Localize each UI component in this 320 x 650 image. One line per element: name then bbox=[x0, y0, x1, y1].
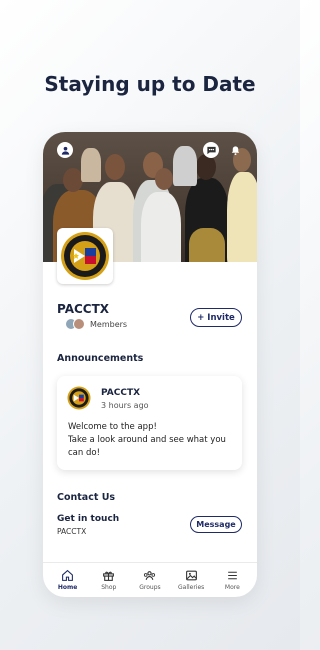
post-author: PACCTX bbox=[101, 388, 141, 398]
contact-title: Contact Us bbox=[57, 492, 116, 503]
announcement-card[interactable]: PACCTX 3 hours ago Welcome to the app! T… bbox=[57, 376, 242, 470]
menu-icon bbox=[228, 571, 237, 580]
nav-label: Shop bbox=[101, 584, 117, 591]
nav-more[interactable]: More bbox=[213, 563, 251, 597]
bell-icon bbox=[231, 145, 239, 155]
nav-label: Groups bbox=[139, 584, 161, 591]
nav-home[interactable]: Home bbox=[49, 563, 87, 597]
nav-groups[interactable]: Groups bbox=[131, 563, 169, 597]
message-button[interactable]: Message bbox=[190, 516, 242, 533]
chat-button[interactable] bbox=[203, 142, 219, 158]
contact-subtitle: Get in touch bbox=[57, 514, 120, 524]
phone-frame: PACCTX Members + Invite Announcements PA… bbox=[43, 132, 257, 597]
person-icon bbox=[61, 146, 69, 155]
home-icon bbox=[62, 569, 74, 581]
nav-shop[interactable]: Shop bbox=[90, 563, 128, 597]
nav-galleries[interactable]: Galleries bbox=[172, 563, 210, 597]
members-link[interactable]: Members bbox=[65, 318, 127, 330]
image-icon bbox=[185, 570, 197, 581]
notifications-button[interactable] bbox=[227, 142, 243, 158]
announcements-title: Announcements bbox=[57, 353, 144, 364]
post-timestamp: 3 hours ago bbox=[101, 401, 149, 410]
post-line: Welcome to the app! bbox=[68, 422, 157, 432]
groups-icon bbox=[144, 571, 156, 580]
post-author-avatar bbox=[67, 386, 91, 410]
nav-label: Home bbox=[57, 584, 78, 591]
members-label: Members bbox=[90, 319, 128, 329]
bottom-nav: Home Shop Groups Galleries More bbox=[43, 562, 257, 597]
contact-org: PACCTX bbox=[57, 527, 87, 536]
chat-bubble-icon bbox=[206, 146, 216, 154]
member-avatar bbox=[73, 318, 85, 330]
page-headline: Staying up to Date bbox=[44, 72, 256, 96]
group-name: PACCTX bbox=[57, 302, 110, 316]
nav-label: More bbox=[224, 584, 240, 591]
nav-label: Galleries bbox=[178, 584, 205, 591]
group-logo bbox=[57, 228, 113, 284]
gift-icon bbox=[103, 571, 115, 581]
invite-button[interactable]: + Invite bbox=[190, 308, 242, 327]
post-body: Welcome to the app! Take a look around a… bbox=[68, 421, 238, 460]
profile-button[interactable] bbox=[57, 142, 73, 158]
post-line: Take a look around and see what you can … bbox=[68, 435, 226, 458]
